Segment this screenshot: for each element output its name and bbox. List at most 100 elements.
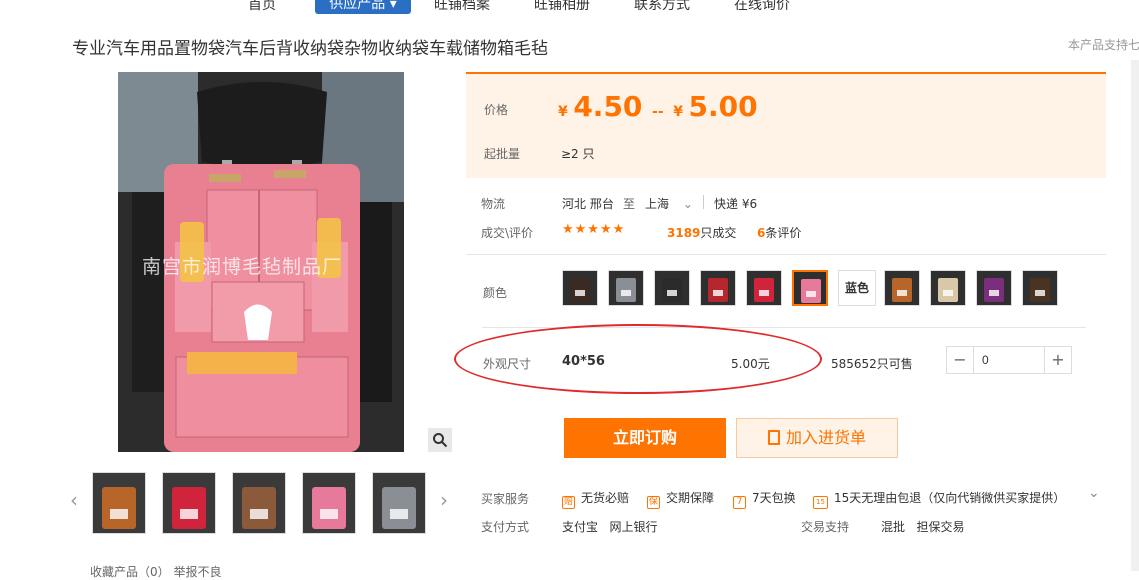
logistics-label: 物流 — [481, 197, 506, 211]
swatch-image — [701, 271, 735, 305]
swatch-image — [977, 271, 1011, 305]
thumbnail[interactable] — [92, 472, 146, 534]
color-swatch[interactable] — [792, 270, 828, 306]
review-count[interactable]: 6条评价 — [757, 224, 801, 241]
moq-label: 起批量 — [484, 147, 521, 161]
color-swatch[interactable] — [700, 270, 736, 306]
swatch-image — [885, 271, 919, 305]
thumbnail-image — [163, 473, 215, 533]
fifteen-day-icon: 15 — [813, 496, 828, 509]
swatch-image — [655, 271, 689, 305]
color-option-blue[interactable]: 蓝色 — [838, 270, 876, 306]
thumbnail-strip: ‹ › — [70, 472, 452, 534]
divider — [466, 254, 1106, 255]
favorites-links[interactable]: 收藏产品（0） 举报不良 — [90, 563, 221, 580]
add-to-cart-label: 加入进货单 — [785, 428, 866, 447]
color-swatch[interactable] — [1022, 270, 1058, 306]
price-high: 5.00 — [688, 90, 758, 123]
decrease-button[interactable]: − — [947, 347, 974, 373]
deal-count-suffix: 只成交 — [700, 226, 737, 240]
ship-to-select[interactable]: 上海 ⌄ — [645, 195, 693, 212]
red-annotation-ellipse — [454, 324, 822, 394]
swatch-image — [931, 271, 965, 305]
quantity-input[interactable] — [974, 347, 1044, 373]
divider — [703, 195, 704, 209]
price-label: 价格 — [484, 103, 509, 117]
service-label: 无货必赔 — [581, 491, 630, 505]
nav-contact[interactable]: 联系方式 — [634, 0, 690, 14]
product-main-image[interactable]: 南宫市润博毛毡制品厂 — [72, 72, 452, 452]
chevron-down-icon[interactable]: ⌄ — [1088, 485, 1100, 501]
thumb-next-arrow-icon[interactable]: › — [440, 488, 448, 512]
chevron-down-icon: ⌄ — [682, 197, 693, 211]
swatch-image — [609, 271, 643, 305]
thumbnail-image — [93, 473, 145, 533]
thumbnail-image — [233, 473, 285, 533]
trade-support-label: 交易支持 — [801, 520, 850, 534]
add-to-cart-button[interactable]: 加入进货单 — [736, 418, 898, 458]
trade-support-value: 混批 担保交易 — [881, 520, 965, 534]
scrollbar[interactable] — [1131, 60, 1139, 571]
seven-day-icon: 7 — [733, 496, 746, 509]
payment-label: 支付方式 — [481, 520, 530, 534]
thumbnail[interactable] — [162, 472, 216, 534]
moq-value: ≥2 只 — [561, 147, 595, 161]
ship-from: 河北 邢台 — [562, 197, 614, 211]
service-no-stock-compensation[interactable]: 赔无货必赔 — [562, 489, 629, 509]
nav-home[interactable]: 首页 — [248, 0, 276, 14]
color-swatch[interactable] — [654, 270, 690, 306]
thumbnail-image — [303, 473, 355, 533]
service-label: 7天包换 — [752, 491, 796, 505]
price-separator: -- — [652, 104, 664, 120]
thumb-prev-arrow-icon[interactable]: ‹ — [70, 488, 78, 512]
stock-available: 585652只可售 — [831, 357, 913, 371]
nav-inquiry[interactable]: 在线询价 — [734, 0, 790, 14]
clipboard-icon — [767, 430, 780, 445]
service-delivery-guarantee[interactable]: 保交期保障 — [647, 489, 714, 509]
swatch-image — [563, 271, 597, 305]
guarantee-icon: 保 — [647, 496, 660, 509]
increase-button[interactable]: + — [1044, 347, 1071, 373]
price-low: 4.50 — [573, 90, 643, 123]
magnifier-icon — [433, 433, 448, 448]
price-box — [466, 72, 1106, 178]
thumbnail[interactable] — [232, 472, 286, 534]
buy-now-button[interactable]: 立即订购 — [564, 418, 726, 458]
nav-shop-profile[interactable]: 旺铺档案 — [434, 0, 490, 14]
ship-to-city: 上海 — [645, 197, 670, 211]
service-label: 15天无理由包退（仅向代销微供买家提供） — [834, 491, 1066, 505]
services-label: 买家服务 — [481, 492, 530, 506]
service-7day-exchange[interactable]: 7 7天包换 — [733, 489, 796, 509]
thumbnail-image — [373, 473, 425, 533]
deal-count-number: 3189 — [667, 226, 701, 240]
support-note: 本产品支持七 — [1068, 38, 1139, 52]
deal-count[interactable]: 3189只成交 — [667, 224, 736, 241]
product-title: 专业汽车用品置物袋汽车后背收纳袋杂物收纳袋车载储物箱毛毡 — [72, 39, 548, 59]
payment-methods: 支付宝 网上银行 — [562, 520, 658, 534]
deals-label: 成交\评价 — [481, 226, 534, 240]
express-fee: 快递 ¥6 — [714, 197, 758, 211]
thumbnail[interactable] — [302, 472, 356, 534]
service-label: 交期保障 — [666, 491, 715, 505]
swatch-image — [1023, 271, 1057, 305]
quantity-stepper: − + — [946, 346, 1072, 374]
color-swatch[interactable] — [562, 270, 598, 306]
compensation-icon: 赔 — [562, 496, 575, 509]
price-range: ¥ 4.50 -- ¥ 5.00 — [558, 90, 758, 123]
color-label: 颜色 — [483, 286, 508, 300]
color-swatch[interactable] — [746, 270, 782, 306]
service-15day-return[interactable]: 15 15天无理由包退（仅向代销微供买家提供） — [813, 489, 1065, 509]
ship-to-word: 至 — [623, 197, 636, 211]
color-swatch[interactable] — [976, 270, 1012, 306]
top-nav: 首页 供应产品 ▾ 旺铺档案 旺铺相册 联系方式 在线询价 — [0, 0, 1139, 14]
currency-symbol: ¥ — [673, 104, 683, 120]
currency-symbol: ¥ — [558, 104, 568, 120]
color-swatch[interactable] — [884, 270, 920, 306]
nav-products[interactable]: 供应产品 ▾ — [315, 0, 411, 14]
zoom-button[interactable] — [428, 428, 452, 452]
rating-stars: ★★★★★ — [562, 222, 626, 237]
thumbnail[interactable] — [372, 472, 426, 534]
color-swatch[interactable] — [608, 270, 644, 306]
nav-shop-album[interactable]: 旺铺相册 — [534, 0, 590, 14]
color-swatch[interactable] — [930, 270, 966, 306]
